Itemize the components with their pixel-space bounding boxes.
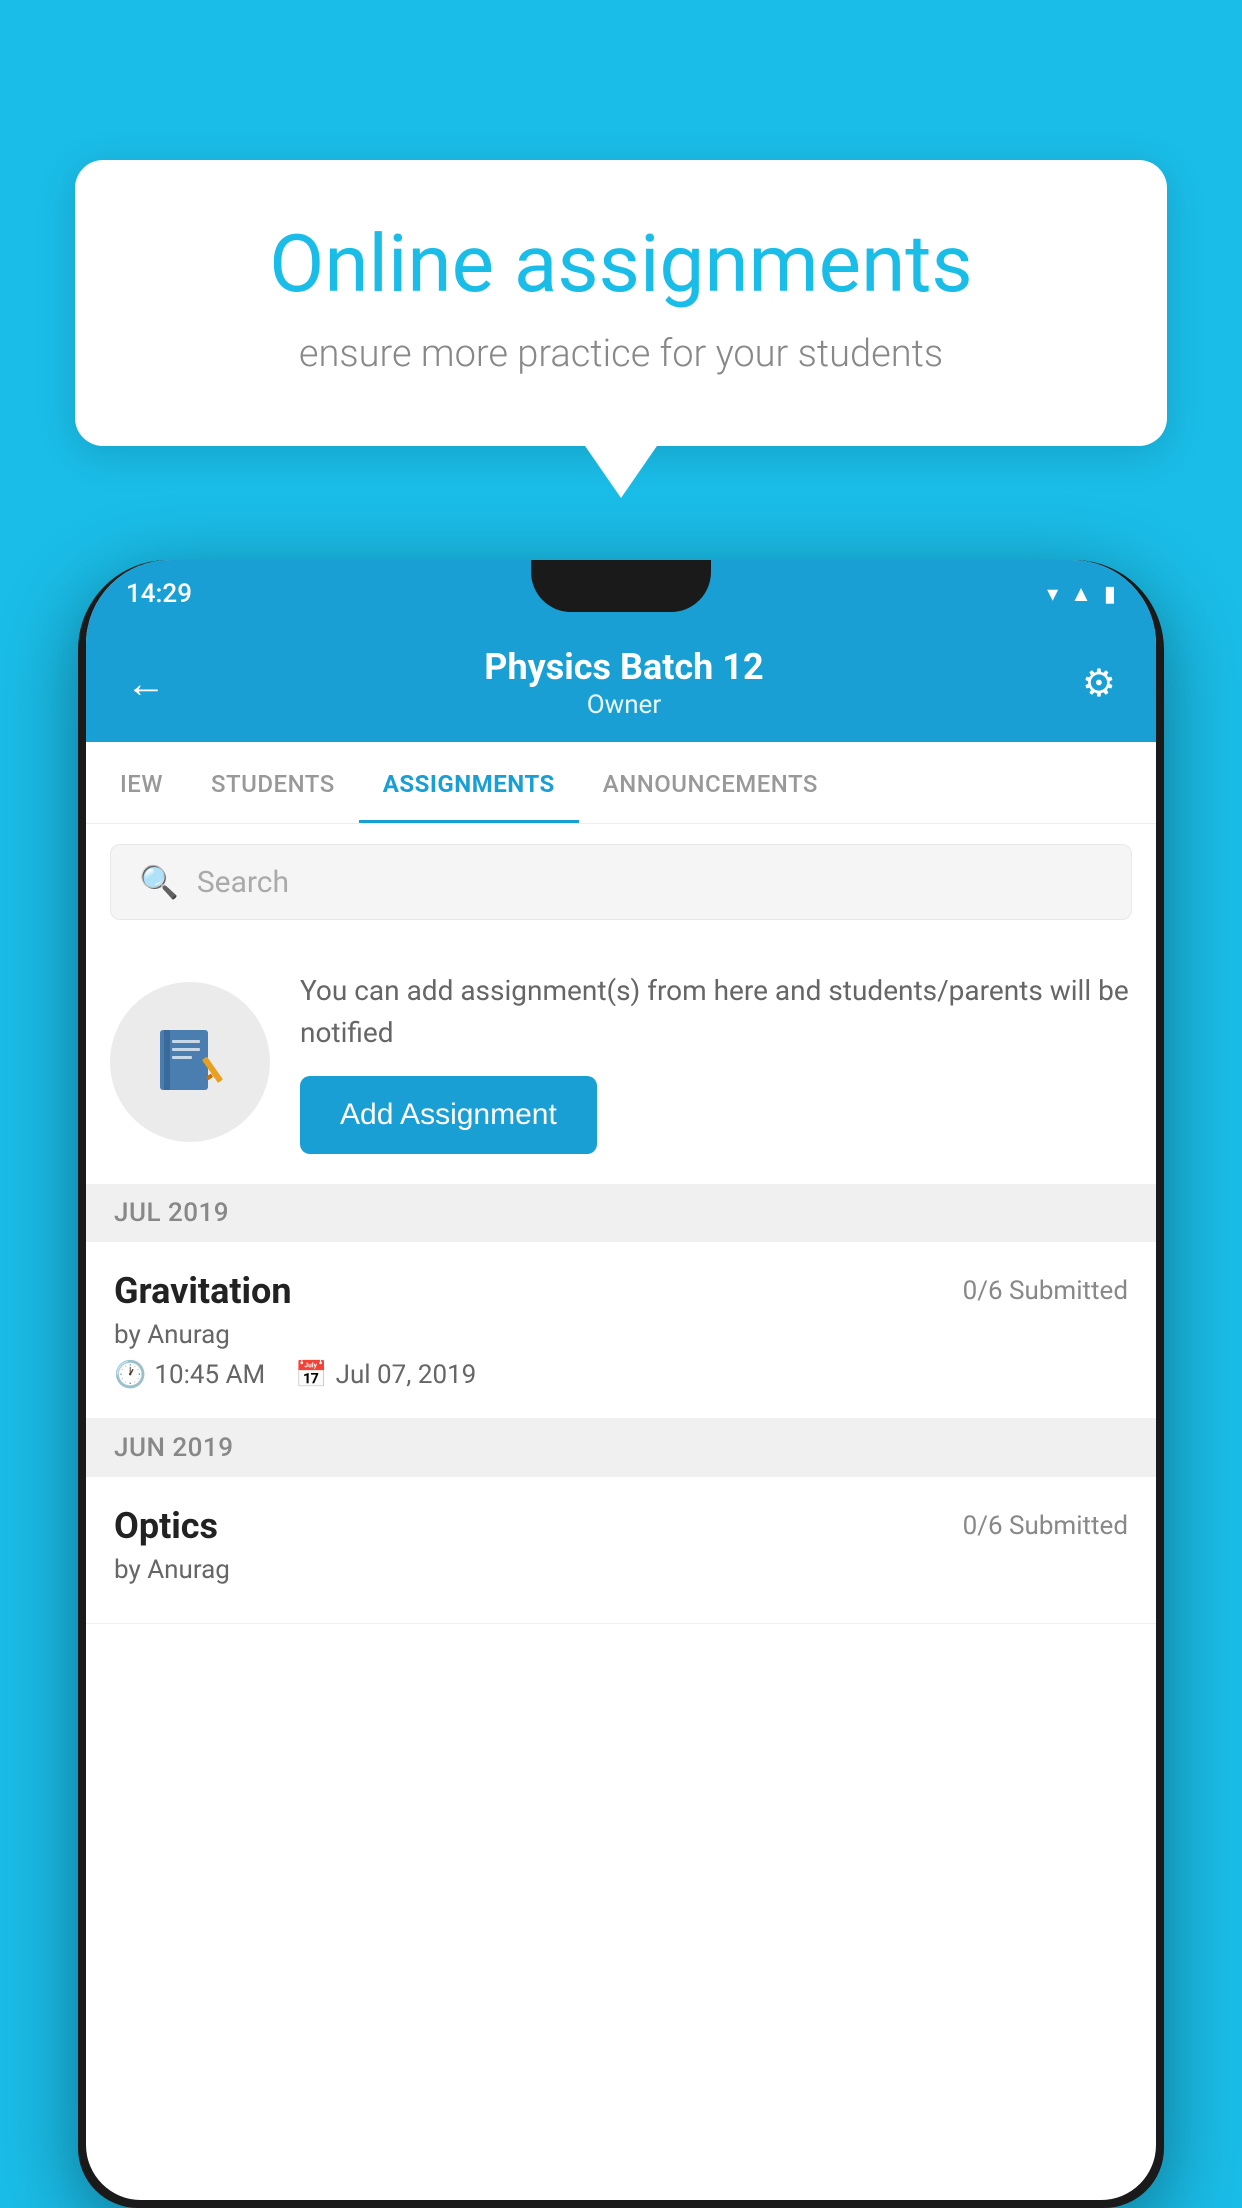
signal-icon: ▲: [1070, 581, 1092, 607]
clock-icon: 🕐: [114, 1360, 146, 1390]
section-jun-2019: JUN 2019: [86, 1419, 1156, 1477]
assignment-meta-gravitation: 🕐 10:45 AM 📅 Jul 07, 2019: [114, 1360, 1128, 1390]
battery-icon: ▮: [1104, 582, 1116, 607]
assignment-by-gravitation: by Anurag: [114, 1320, 1128, 1350]
header-center: Physics Batch 12 Owner: [166, 646, 1082, 720]
tab-bar: IEW STUDENTS ASSIGNMENTS ANNOUNCEMENTS: [86, 742, 1156, 824]
header-title: Physics Batch 12: [166, 646, 1082, 688]
status-icons: ▾ ▲ ▮: [1047, 581, 1116, 607]
wifi-icon: ▾: [1047, 582, 1058, 607]
search-input[interactable]: Search: [197, 865, 289, 900]
search-bar[interactable]: 🔍 Search: [110, 844, 1132, 920]
phone-frame: 14:29 ▾ ▲ ▮ ← Physics Batch 12 Owner ⚙ I…: [78, 560, 1164, 2208]
assignment-time-item: 🕐 10:45 AM: [114, 1360, 265, 1390]
assignment-date: Jul 07, 2019: [336, 1360, 477, 1390]
assignment-promo: You can add assignment(s) from here and …: [86, 940, 1156, 1184]
assignment-item-gravitation[interactable]: Gravitation 0/6 Submitted by Anurag 🕐 10…: [86, 1242, 1156, 1419]
optics-row1: Optics 0/6 Submitted: [114, 1505, 1128, 1547]
assignment-date-item: 📅 Jul 07, 2019: [295, 1360, 476, 1390]
tab-students[interactable]: STUDENTS: [187, 742, 359, 823]
assignment-by-optics: by Anurag: [114, 1555, 1128, 1585]
promo-text-area: You can add assignment(s) from here and …: [300, 970, 1132, 1154]
assignment-row1: Gravitation 0/6 Submitted: [114, 1270, 1128, 1312]
promo-description: You can add assignment(s) from here and …: [300, 970, 1132, 1054]
bubble-title: Online assignments: [145, 220, 1097, 308]
assignment-item-optics[interactable]: Optics 0/6 Submitted by Anurag: [86, 1477, 1156, 1624]
bubble-subtitle: ensure more practice for your students: [145, 332, 1097, 376]
speech-bubble: Online assignments ensure more practice …: [75, 160, 1167, 446]
notch: [531, 560, 711, 612]
calendar-icon: 📅: [295, 1360, 327, 1390]
assignment-name-gravitation: Gravitation: [114, 1270, 292, 1312]
tab-announcements[interactable]: ANNOUNCEMENTS: [579, 742, 842, 823]
tab-iew[interactable]: IEW: [96, 742, 187, 823]
promo-icon-circle: [110, 982, 270, 1142]
add-assignment-button[interactable]: Add Assignment: [300, 1076, 597, 1154]
status-bar: 14:29 ▾ ▲ ▮: [86, 560, 1156, 628]
phone-screen: 14:29 ▾ ▲ ▮ ← Physics Batch 12 Owner ⚙ I…: [86, 560, 1156, 2200]
search-container: 🔍 Search: [86, 824, 1156, 940]
assignment-submitted-optics: 0/6 Submitted: [963, 1511, 1128, 1541]
assignment-name-optics: Optics: [114, 1505, 218, 1547]
status-time: 14:29: [126, 579, 192, 609]
app-header: ← Physics Batch 12 Owner ⚙: [86, 628, 1156, 742]
back-button[interactable]: ←: [126, 660, 166, 707]
section-jul-2019: JUL 2019: [86, 1184, 1156, 1242]
search-icon: 🔍: [139, 863, 179, 901]
assignment-time: 10:45 AM: [154, 1360, 265, 1390]
notebook-icon: [150, 1022, 230, 1102]
tab-assignments[interactable]: ASSIGNMENTS: [359, 742, 579, 823]
header-subtitle: Owner: [166, 690, 1082, 720]
assignment-submitted-gravitation: 0/6 Submitted: [963, 1276, 1128, 1306]
settings-icon[interactable]: ⚙: [1082, 661, 1116, 706]
